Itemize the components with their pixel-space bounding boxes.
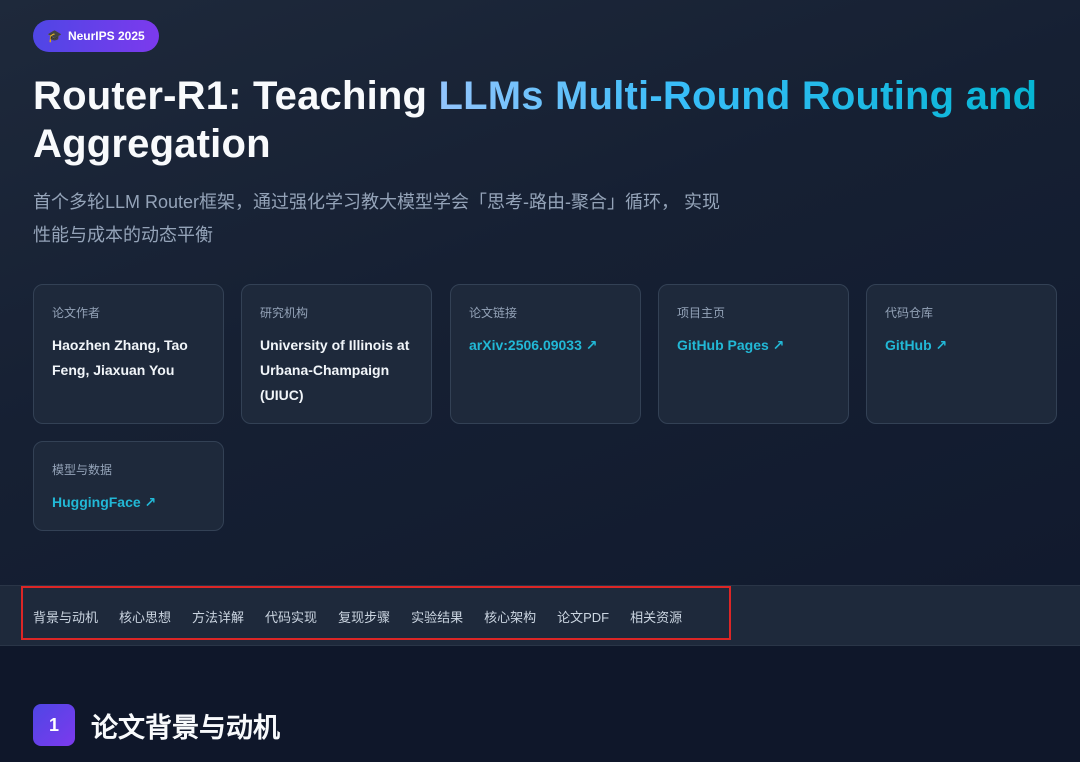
card-code-repo: 代码仓库 GitHub ↗ [866, 284, 1057, 424]
subtitle-line-2: 性能与成本的动态平衡 [33, 225, 213, 245]
nav-item-code[interactable]: 代码实现 [265, 607, 317, 626]
card-models-data: 模型与数据 HuggingFace ↗ [33, 441, 224, 531]
arxiv-link[interactable]: arXiv:2506.09033 ↗ [469, 333, 598, 358]
section-title: 论文背景与动机 [91, 712, 280, 743]
card-paper-label: 论文链接 [469, 306, 518, 320]
nav-item-architecture[interactable]: 核心架构 [484, 607, 536, 626]
graduation-cap-icon: 🎓 [47, 29, 62, 43]
card-institution-label: 研究机构 [260, 306, 309, 320]
nav-item-method[interactable]: 方法详解 [192, 607, 244, 626]
card-homepage-label: 项目主页 [677, 306, 726, 320]
card-homepage: 项目主页 GitHub Pages ↗ [658, 284, 849, 424]
card-institution: 研究机构 University of Illinois at Urbana-Ch… [241, 284, 432, 424]
hero-section: 🎓 NeurIPS 2025 Router-R1: Teaching LLMs … [0, 0, 1080, 585]
card-authors: 论文作者 Haozhen Zhang, Tao Feng, Jiaxuan Yo… [33, 284, 224, 424]
badge-label: NeurIPS 2025 [67, 29, 145, 43]
nav-item-reproduce[interactable]: 复现步骤 [338, 607, 390, 626]
section-number-badge: 1 [33, 704, 75, 746]
nav-item-results[interactable]: 实验结果 [411, 607, 463, 626]
nav-item-pdf[interactable]: 论文PDF [557, 607, 609, 626]
page-title: Router-R1: Teaching LLMs Multi-Round Rou… [33, 72, 1063, 168]
page-subtitle: 首个多轮LLM Router框架，通过强化学习教大模型学会「思考-路由-聚合」循… [33, 186, 753, 252]
title-part-2: LLMs Multi-Round Routing and [438, 74, 1038, 118]
card-authors-label: 论文作者 [52, 306, 101, 320]
card-authors-value: Haozhen Zhang, Tao Feng, Jiaxuan You [52, 337, 188, 378]
title-part-1: Router-R1: Teaching [33, 74, 439, 118]
nav-items: 背景与动机 核心思想 方法详解 代码实现 复现步骤 实验结果 核心架构 论文PD… [33, 586, 682, 647]
card-code-label: 代码仓库 [885, 306, 934, 320]
nav-item-resources[interactable]: 相关资源 [630, 607, 682, 626]
nav-item-background[interactable]: 背景与动机 [33, 607, 98, 626]
github-pages-link[interactable]: GitHub Pages ↗ [677, 333, 784, 358]
conference-badge: 🎓 NeurIPS 2025 [33, 20, 159, 52]
section-heading: 1 论文背景与动机 [33, 704, 280, 746]
nav-item-core-idea[interactable]: 核心思想 [119, 607, 171, 626]
card-paper-link: 论文链接 arXiv:2506.09033 ↗ [450, 284, 641, 424]
huggingface-link[interactable]: HuggingFace ↗ [52, 490, 156, 515]
github-link[interactable]: GitHub ↗ [885, 333, 947, 358]
subtitle-line-1: 首个多轮LLM Router框架，通过强化学习教大模型学会「思考-路由-聚合」循… [33, 192, 721, 212]
card-models-label: 模型与数据 [52, 463, 113, 477]
card-institution-value: University of Illinois at Urbana-Champai… [260, 337, 410, 403]
title-part-3: Aggregation [33, 122, 271, 166]
section-navbar: 背景与动机 核心思想 方法详解 代码实现 复现步骤 实验结果 核心架构 论文PD… [0, 585, 1080, 646]
